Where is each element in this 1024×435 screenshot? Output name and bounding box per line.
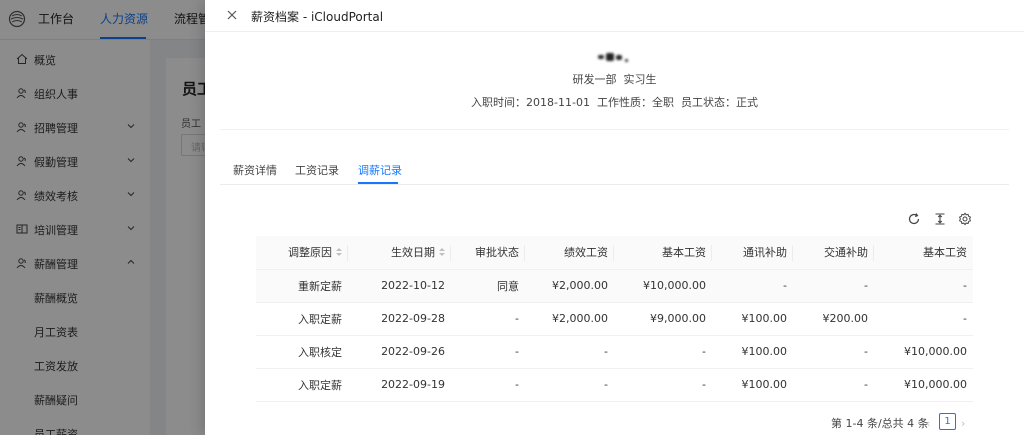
tabs-divider bbox=[220, 184, 1009, 185]
table-cell: 入职定薪 bbox=[256, 368, 348, 402]
sort-icon[interactable] bbox=[439, 248, 445, 257]
table-cell: - bbox=[451, 302, 525, 336]
employee-meta: 入职时间：2018-11-01 工作性质：全职 员工状态：正式 bbox=[471, 96, 758, 109]
divider bbox=[220, 129, 1009, 130]
table-cell: ¥100.00 bbox=[712, 302, 793, 336]
table-cell: - bbox=[793, 335, 874, 369]
table-cell: ¥100.00 bbox=[712, 335, 793, 369]
drawer-title: 薪资档案 - iCloudPortal bbox=[251, 10, 384, 24]
table-row[interactable]: 入职定薪 2022-09-28 - ¥2,000.00 ¥9,000.00 ¥1… bbox=[256, 302, 973, 336]
column-header-base-pay: 基本工资 bbox=[614, 236, 712, 270]
pagination-prev[interactable]: ‹ bbox=[926, 417, 930, 430]
table-cell: - bbox=[874, 302, 973, 336]
drawer-header: 薪资档案 - iCloudPortal bbox=[205, 0, 1024, 32]
column-header-base-pay-2: 基本工资 bbox=[874, 236, 973, 270]
column-header-effective-date[interactable]: 生效日期 bbox=[348, 236, 451, 270]
table-cell: ¥10,000.00 bbox=[874, 335, 973, 369]
tab-adjustment-records[interactable]: 调薪记录 bbox=[358, 162, 402, 178]
table-cell: - bbox=[525, 368, 614, 402]
table-cell: 2022-09-19 bbox=[348, 368, 451, 402]
column-header-phone-allowance: 通讯补助 bbox=[712, 236, 793, 270]
salary-archive-drawer: 薪资档案 - iCloudPortal 研发一部 实习生 入职时间：2018-1… bbox=[205, 0, 1024, 435]
table-cell: - bbox=[525, 335, 614, 369]
table-cell: ¥200.00 bbox=[793, 302, 874, 336]
table-cell: ¥10,000.00 bbox=[874, 368, 973, 402]
close-icon[interactable] bbox=[225, 8, 239, 22]
table-cell: 同意 bbox=[451, 269, 525, 303]
column-header-approval-status: 审批状态 bbox=[451, 236, 525, 270]
table-cell: - bbox=[793, 269, 874, 303]
column-height-icon[interactable] bbox=[933, 212, 947, 226]
employee-dept: 研发一部 实习生 bbox=[572, 73, 657, 86]
table-cell: ¥9,000.00 bbox=[614, 302, 712, 336]
employee-name-blurred bbox=[596, 52, 630, 64]
table-cell: 2022-09-26 bbox=[348, 335, 451, 369]
table-cell: - bbox=[793, 368, 874, 402]
table-cell: ¥2,000.00 bbox=[525, 269, 614, 303]
pagination-next[interactable]: › bbox=[961, 417, 965, 430]
table-row[interactable]: 重新定薪 2022-10-12 同意 ¥2,000.00 ¥10,000.00 … bbox=[256, 269, 973, 303]
table-cell: 入职核定 bbox=[256, 335, 348, 369]
table-cell: ¥100.00 bbox=[712, 368, 793, 402]
tab-salary-details[interactable]: 薪资详情 bbox=[233, 162, 277, 178]
column-header-performance-pay: 绩效工资 bbox=[525, 236, 614, 270]
setting-icon[interactable] bbox=[958, 212, 972, 226]
table-header-row: 调整原因 生效日期 审批状态 绩效工资 基本工资 通讯补助 交通补助 基本工资 bbox=[256, 236, 973, 270]
table-cell: - bbox=[614, 335, 712, 369]
column-header-transport-allowance: 交通补助 bbox=[793, 236, 874, 270]
table-cell: 2022-10-12 bbox=[348, 269, 451, 303]
table-cell: - bbox=[614, 368, 712, 402]
table-row[interactable]: 入职核定 2022-09-26 - - - ¥100.00 - ¥10,000.… bbox=[256, 335, 973, 369]
table-cell: - bbox=[451, 368, 525, 402]
table-cell: ¥10,000.00 bbox=[614, 269, 712, 303]
table-row[interactable]: 入职定薪 2022-09-19 - - - ¥100.00 - ¥10,000.… bbox=[256, 368, 973, 402]
pagination-summary: 第 1-4 条/总共 4 条 bbox=[831, 417, 929, 430]
reload-icon[interactable] bbox=[907, 212, 921, 226]
table-cell: 2022-09-28 bbox=[348, 302, 451, 336]
table-cell: ¥2,000.00 bbox=[525, 302, 614, 336]
pagination-current-page[interactable]: 1 bbox=[939, 413, 956, 430]
column-header-reason[interactable]: 调整原因 bbox=[256, 236, 348, 270]
table-cell: 入职定薪 bbox=[256, 302, 348, 336]
tab-payroll-records[interactable]: 工资记录 bbox=[295, 162, 339, 178]
sort-icon[interactable] bbox=[336, 248, 342, 257]
table-cell: 重新定薪 bbox=[256, 269, 348, 303]
table-cell: - bbox=[874, 269, 973, 303]
table-cell: - bbox=[451, 335, 525, 369]
salary-adjustment-table: 调整原因 生效日期 审批状态 绩效工资 基本工资 通讯补助 交通补助 基本工资 … bbox=[256, 236, 973, 402]
table-cell: - bbox=[712, 269, 793, 303]
